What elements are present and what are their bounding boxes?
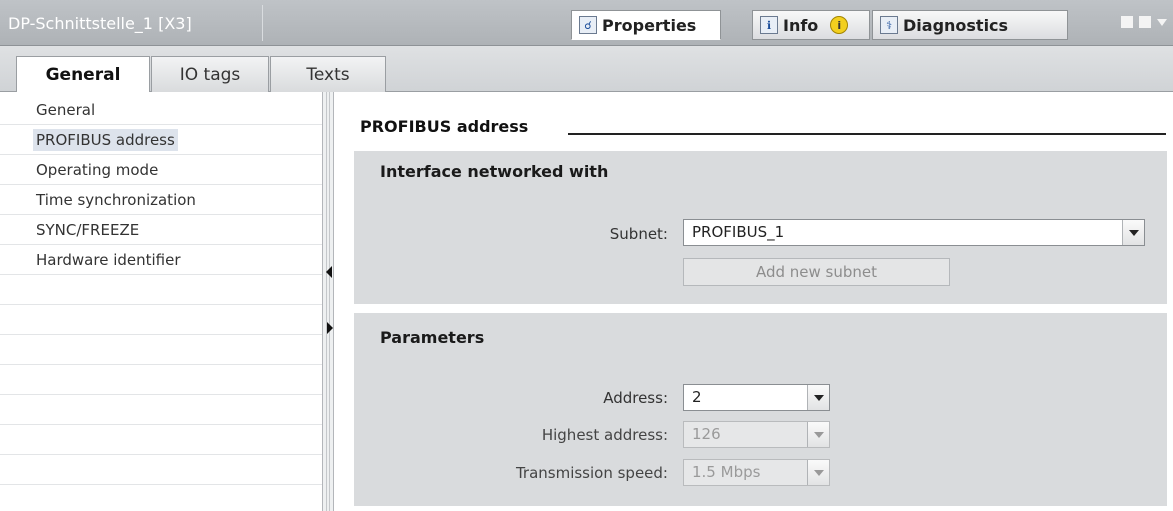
properties-icon: ☌ bbox=[579, 16, 597, 34]
collapse-left-icon[interactable] bbox=[326, 266, 332, 278]
nav-item-hardware-identifier[interactable]: Hardware identifier bbox=[0, 245, 322, 275]
subnet-value: PROFIBUS_1 bbox=[692, 223, 785, 241]
section-title: PROFIBUS address bbox=[360, 117, 529, 136]
nav-item-profibus-address[interactable]: PROFIBUS address bbox=[0, 125, 322, 155]
nav-row-empty bbox=[0, 335, 322, 365]
menu-icon[interactable] bbox=[1139, 16, 1151, 28]
tab-diagnostics-label: Diagnostics bbox=[903, 15, 1009, 35]
info-tab-icon: ℹ bbox=[760, 16, 778, 34]
title-divider bbox=[262, 5, 263, 41]
splitter-grip bbox=[326, 92, 330, 511]
nav-row-empty bbox=[0, 395, 322, 425]
tab-diagnostics[interactable]: ⚕ Diagnostics bbox=[872, 10, 1068, 40]
pane-splitter[interactable] bbox=[322, 92, 334, 511]
float-window-icon[interactable] bbox=[1121, 16, 1133, 28]
window-controls bbox=[1121, 16, 1167, 28]
highest-address-value: 126 bbox=[692, 425, 721, 443]
chevron-down-icon[interactable] bbox=[807, 385, 829, 410]
transmission-speed-value: 1.5 Mbps bbox=[692, 463, 761, 481]
nav-row-empty bbox=[0, 455, 322, 485]
info-badge-icon: i bbox=[830, 16, 849, 34]
property-navigation: General PROFIBUS address Operating mode … bbox=[0, 92, 322, 511]
chevron-down-icon bbox=[807, 422, 829, 447]
tab-properties[interactable]: ☌ Properties bbox=[571, 10, 721, 40]
parameters-panel-title: Parameters bbox=[380, 328, 485, 347]
interface-panel-title: Interface networked with bbox=[380, 162, 609, 181]
expand-right-icon[interactable] bbox=[327, 322, 333, 334]
subnet-label: Subnet: bbox=[609, 225, 668, 243]
nav-row-empty bbox=[0, 305, 322, 335]
tab-properties-label: Properties bbox=[602, 15, 697, 35]
address-value: 2 bbox=[692, 388, 702, 406]
section-divider bbox=[568, 133, 1166, 135]
nav-item-sync-freeze[interactable]: SYNC/FREEZE bbox=[0, 215, 322, 245]
chevron-down-icon[interactable] bbox=[1122, 220, 1144, 245]
chevron-down-icon bbox=[807, 460, 829, 485]
nav-row-empty bbox=[0, 425, 322, 455]
chevron-down-icon[interactable] bbox=[1157, 19, 1167, 26]
add-new-subnet-button[interactable]: Add new subnet bbox=[683, 258, 950, 286]
subtab-bar: General IO tags Texts bbox=[0, 46, 1173, 93]
transmission-speed-dropdown: 1.5 Mbps bbox=[683, 459, 830, 486]
subtab-general[interactable]: General bbox=[16, 56, 150, 93]
highest-address-label: Highest address: bbox=[541, 426, 668, 444]
tab-info[interactable]: ℹ Info i bbox=[752, 10, 870, 40]
inspector-titlebar: DP-Schnittstelle_1 [X3] ☌ Properties ℹ I… bbox=[0, 0, 1173, 46]
highest-address-dropdown: 126 bbox=[683, 421, 830, 448]
nav-item-general[interactable]: General bbox=[0, 95, 322, 125]
nav-row-empty bbox=[0, 275, 322, 305]
diagnostics-icon: ⚕ bbox=[880, 16, 898, 34]
nav-item-time-sync[interactable]: Time synchronization bbox=[0, 185, 322, 215]
nav-item-operating-mode[interactable]: Operating mode bbox=[0, 155, 322, 185]
nav-row-empty bbox=[0, 365, 322, 395]
tab-info-label: Info bbox=[783, 15, 819, 35]
window-title: DP-Schnittstelle_1 [X3] bbox=[8, 14, 192, 33]
subnet-dropdown[interactable]: PROFIBUS_1 bbox=[683, 219, 1145, 246]
subtab-texts[interactable]: Texts bbox=[270, 56, 386, 92]
subtab-io-tags[interactable]: IO tags bbox=[151, 56, 269, 92]
transmission-speed-label: Transmission speed: bbox=[515, 464, 668, 482]
address-label: Address: bbox=[603, 389, 668, 407]
address-dropdown[interactable]: 2 bbox=[683, 384, 830, 411]
